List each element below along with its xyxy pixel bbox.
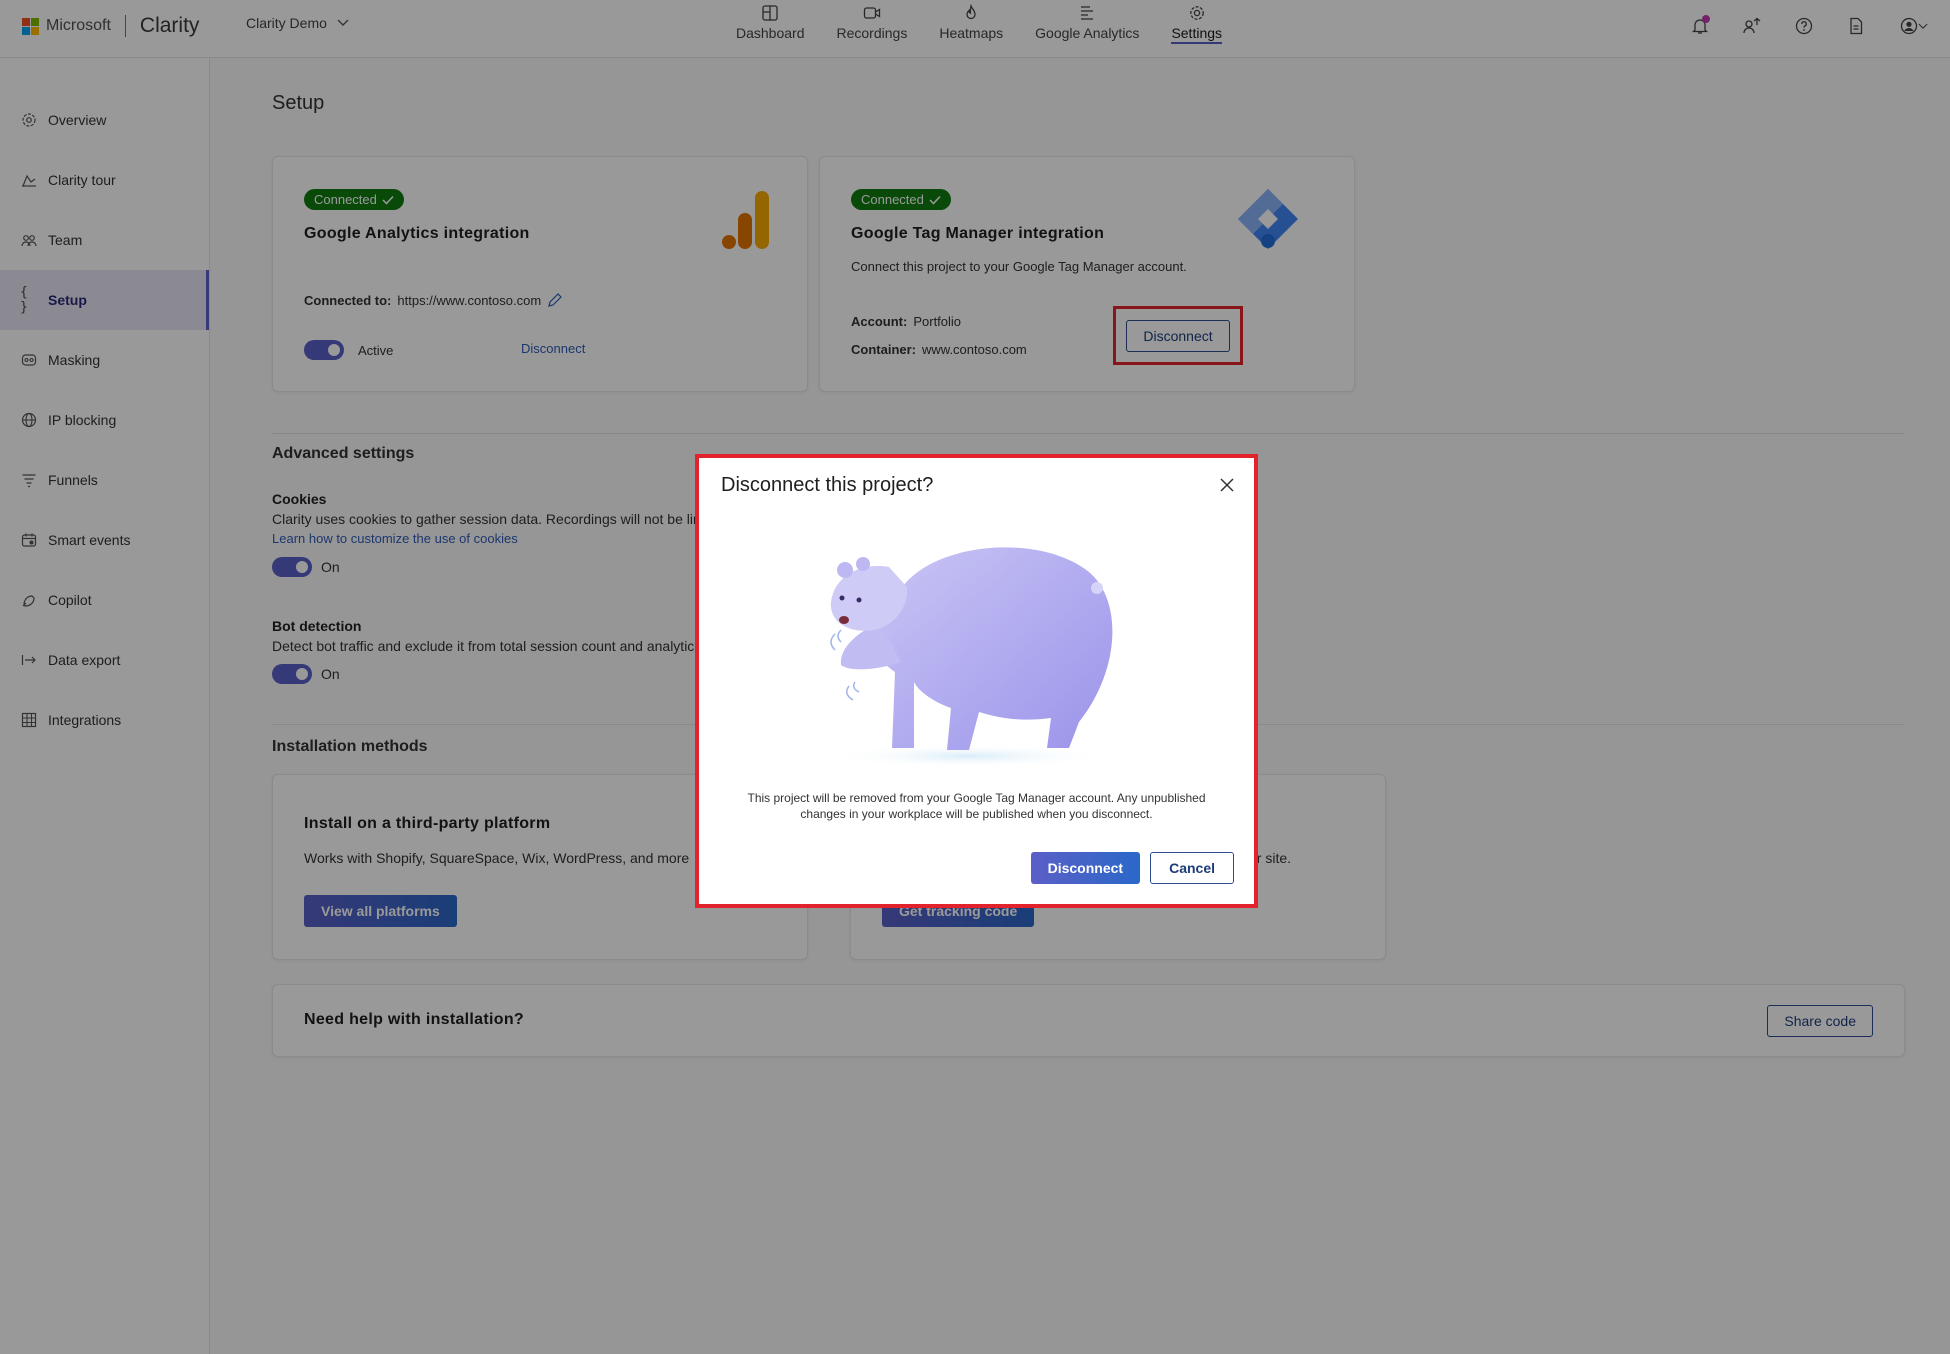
confirm-disconnect-button[interactable]: Disconnect <box>1030 852 1141 884</box>
close-icon[interactable] <box>1218 476 1236 494</box>
disconnect-dialog: Disconnect this project? This project wi… <box>695 454 1258 908</box>
dialog-actions: Disconnect Cancel <box>1030 852 1234 884</box>
cancel-button[interactable]: Cancel <box>1150 852 1234 884</box>
polar-bear-illustration <box>829 547 1113 768</box>
dialog-title: Disconnect this project? <box>721 474 934 496</box>
dialog-message: This project will be removed from your G… <box>747 791 1206 821</box>
